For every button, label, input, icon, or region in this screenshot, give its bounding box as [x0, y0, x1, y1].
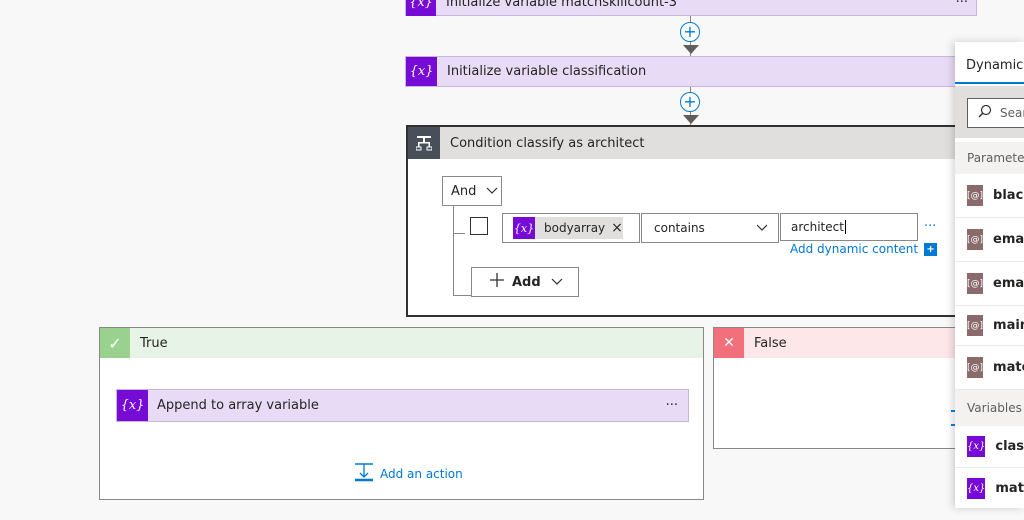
parameter-icon: [@] — [967, 185, 984, 206]
dynamic-item-label: classification — [995, 439, 1024, 454]
tree-line — [453, 295, 471, 296]
false-branch-label: False — [754, 335, 787, 351]
search-icon — [978, 104, 992, 122]
group-operator-value: And — [451, 183, 477, 199]
check-icon: ✓ — [100, 328, 130, 358]
parameters-header-label: Parameters — [967, 151, 1024, 165]
cross-icon: ✕ — [714, 328, 744, 358]
row-select-checkbox[interactable] — [470, 217, 488, 235]
dynamic-item-parameter[interactable]: [@] blacklist — [955, 174, 1024, 218]
condition-card: Condition classify as architect And {x} … — [406, 125, 966, 317]
text-cursor — [844, 220, 846, 234]
condition-icon — [408, 127, 440, 159]
step-title: Append to array variable — [157, 398, 319, 413]
step-title: Initialize variable matchskillcount-3 — [446, 0, 678, 10]
add-dynamic-content-link[interactable]: Add dynamic content + — [790, 242, 938, 256]
dynamic-content-title: Dynamic content — [966, 58, 1024, 73]
condition-left-operand-field[interactable]: {x} bodyarray × — [502, 213, 640, 243]
dynamic-item-label: matchskillcount — [995, 481, 1024, 496]
row-more-options-button[interactable]: ··· — [924, 219, 936, 234]
condition-header[interactable]: Condition classify as architect — [408, 127, 964, 159]
true-branch-header[interactable]: ✓ True — [100, 328, 703, 358]
dynamic-item-variable[interactable]: {x} classification — [955, 426, 1024, 468]
panel-edge-marker — [951, 424, 955, 426]
dynamic-content-tab[interactable]: Dynamic content — [966, 58, 1024, 73]
panel-edge-marker — [951, 410, 955, 412]
insert-step-button[interactable]: + — [680, 22, 700, 42]
parameter-icon: [@] — [967, 229, 984, 250]
false-branch-header[interactable]: ✕ False — [714, 328, 972, 358]
condition-title: Condition classify as architect — [450, 135, 645, 151]
dynamic-item-label: email — [993, 276, 1024, 291]
value-text: architect — [791, 220, 844, 234]
search-placeholder: Search dynamic content — [1000, 106, 1024, 120]
variables-section-header: Variables — [955, 390, 1024, 426]
tree-line — [453, 233, 465, 234]
plus-icon — [490, 273, 504, 291]
add-an-action-button[interactable]: Add an action — [354, 462, 463, 485]
condition-operator-dropdown[interactable]: contains — [641, 213, 779, 243]
parameters-section-header: Parameters — [955, 142, 1024, 174]
search-input[interactable]: Search dynamic content — [967, 98, 1024, 128]
remove-token-icon[interactable]: × — [611, 220, 623, 236]
true-branch-label: True — [140, 335, 168, 351]
dynamic-item-label: mainskill — [993, 318, 1024, 333]
variable-icon: {x} — [117, 390, 148, 421]
variable-icon: {x} — [513, 217, 535, 239]
token-label: bodyarray — [544, 221, 606, 235]
chevron-down-icon — [551, 275, 563, 290]
step-title: Initialize variable classification — [447, 64, 647, 79]
add-an-action-label: Add an action — [380, 466, 463, 481]
variable-icon: {x} — [967, 436, 986, 457]
variable-icon: {x} — [406, 57, 437, 86]
dynamic-item-parameter[interactable]: [@] mainskill — [955, 306, 1024, 346]
insert-step-button[interactable]: + — [680, 92, 700, 112]
true-branch: ✓ True {x} Append to array variable ··· … — [99, 327, 704, 500]
variable-icon: {x} — [967, 478, 986, 499]
dynamic-item-parameter[interactable]: [@] email — [955, 262, 1024, 306]
dynamic-item-variable[interactable]: {x} matchskillcount — [955, 468, 1024, 508]
condition-value-input[interactable]: architect — [780, 213, 918, 241]
dynamic-item-parameter[interactable]: [@] email — [955, 218, 1024, 262]
arrow-down-icon — [683, 45, 699, 54]
active-tab-underline — [955, 82, 1024, 84]
dynamic-item-label: matchskill — [993, 360, 1024, 375]
more-options-button[interactable]: ··· — [956, 0, 968, 10]
append-to-array-variable-step[interactable]: {x} Append to array variable ··· — [116, 389, 689, 422]
dynamic-content-panel: Dynamic content Search dynamic content P… — [955, 42, 1024, 508]
dynamic-item-parameter[interactable]: [@] matchskill — [955, 346, 1024, 390]
parameter-icon: [@] — [967, 357, 984, 378]
add-condition-button[interactable]: Add — [471, 267, 579, 297]
add-dynamic-content-icon: + — [924, 242, 938, 256]
variables-header-label: Variables — [967, 401, 1022, 415]
dynamic-token[interactable]: {x} bodyarray × — [513, 217, 623, 239]
add-label: Add — [512, 274, 541, 290]
dynamic-item-label: email — [993, 232, 1024, 247]
parameter-icon: [@] — [967, 315, 984, 336]
false-branch: ✕ False — [713, 327, 973, 449]
add-action-icon — [354, 462, 374, 485]
parameter-icon: [@] — [967, 273, 984, 294]
tree-line — [453, 206, 454, 295]
step-initialize-variable-matchskillcount[interactable]: {x} Initialize variable matchskillcount-… — [405, 0, 977, 16]
chevron-down-icon — [486, 185, 498, 198]
arrow-down-icon — [683, 115, 699, 124]
chevron-down-icon — [756, 221, 768, 236]
variable-icon: {x} — [406, 0, 436, 16]
group-operator-dropdown[interactable]: And — [442, 176, 502, 206]
dynamic-item-label: blacklist — [993, 188, 1024, 203]
step-initialize-variable-classification[interactable]: {x} Initialize variable classification — [405, 56, 965, 87]
add-dynamic-content-label: Add dynamic content — [790, 242, 919, 256]
operator-value: contains — [654, 221, 705, 235]
more-options-button[interactable]: ··· — [666, 398, 678, 413]
